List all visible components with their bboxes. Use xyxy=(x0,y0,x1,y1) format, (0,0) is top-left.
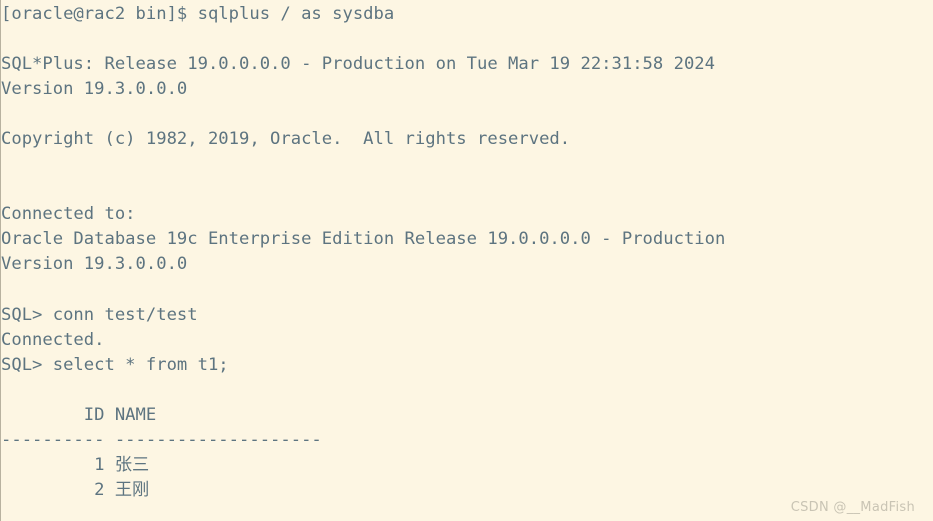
terminal-output[interactable]: [oracle@rac2 bin]$ sqlplus / as sysdba SQ… xyxy=(1,2,725,503)
table-row: 2 王刚 xyxy=(1,479,150,500)
sqlplus-banner-release-line: SQL*Plus: Release 19.0.0.0.0 - Productio… xyxy=(1,54,715,75)
sql-conn-result-line: Connected. xyxy=(1,329,105,350)
database-edition-line: Oracle Database 19c Enterprise Edition R… xyxy=(1,229,726,250)
result-table-header: ID NAME xyxy=(1,404,157,425)
sql-select-command-line: SQL> select * from t1; xyxy=(1,354,229,375)
table-row: 1 张三 xyxy=(1,454,150,475)
csdn-watermark: CSDN @__MadFish xyxy=(790,500,915,515)
terminal-window[interactable]: [oracle@rac2 bin]$ sqlplus / as sysdba SQ… xyxy=(0,0,933,521)
sqlplus-banner-version-line: Version 19.3.0.0.0 xyxy=(1,79,188,100)
sql-conn-command-line: SQL> conn test/test xyxy=(1,304,198,325)
connected-to-header: Connected to: xyxy=(1,204,136,225)
shell-prompt-line: [oracle@rac2 bin]$ sqlplus / as sysdba xyxy=(1,4,395,24)
result-table-separator: ---------- -------------------- xyxy=(1,429,322,450)
database-version-line: Version 19.3.0.0.0 xyxy=(1,254,188,275)
copyright-line: Copyright (c) 1982, 2019, Oracle. All ri… xyxy=(1,129,571,150)
